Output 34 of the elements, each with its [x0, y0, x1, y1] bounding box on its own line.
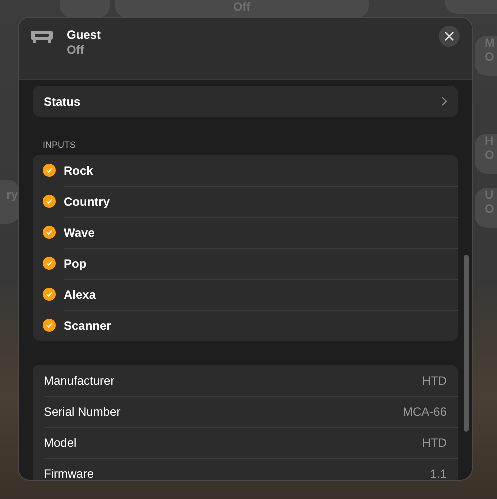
- check-icon: [46, 229, 53, 236]
- info-label: Model: [44, 435, 77, 452]
- input-label: Country: [64, 194, 110, 211]
- receiver-icon: [31, 31, 53, 43]
- input-label: Alexa: [64, 287, 96, 304]
- input-label: Scanner: [64, 318, 112, 335]
- device-status: Off: [67, 43, 86, 58]
- close-button[interactable]: [439, 26, 460, 47]
- checkbox[interactable]: [43, 195, 56, 208]
- checkbox[interactable]: [43, 226, 56, 239]
- checkbox[interactable]: [43, 164, 56, 177]
- input-label: Pop: [64, 256, 87, 273]
- info-value: MCA-66: [402, 404, 447, 421]
- status-row[interactable]: Status: [33, 86, 458, 117]
- info-value: HTD: [422, 435, 447, 452]
- info-label: Firmware: [44, 466, 94, 480]
- close-icon: [445, 32, 454, 41]
- device-name: Guest: [67, 28, 102, 43]
- info-label: Serial Number: [44, 404, 121, 421]
- checkbox[interactable]: [43, 288, 56, 301]
- info-label: Manufacturer: [44, 372, 115, 390]
- input-label: Rock: [64, 162, 94, 180]
- chevron-icon: [442, 97, 447, 106]
- info-value: HTD: [422, 372, 447, 390]
- info-value: 1.1: [430, 466, 447, 480]
- checkbox[interactable]: [43, 257, 56, 270]
- checkbox[interactable]: [43, 319, 56, 332]
- section-heading: INPUTS: [43, 139, 78, 151]
- check-icon: [46, 167, 53, 174]
- check-icon: [46, 322, 53, 329]
- check-icon: [46, 198, 53, 205]
- check-icon: [46, 291, 53, 298]
- input-label: Wave: [64, 225, 95, 242]
- check-icon: [46, 260, 53, 267]
